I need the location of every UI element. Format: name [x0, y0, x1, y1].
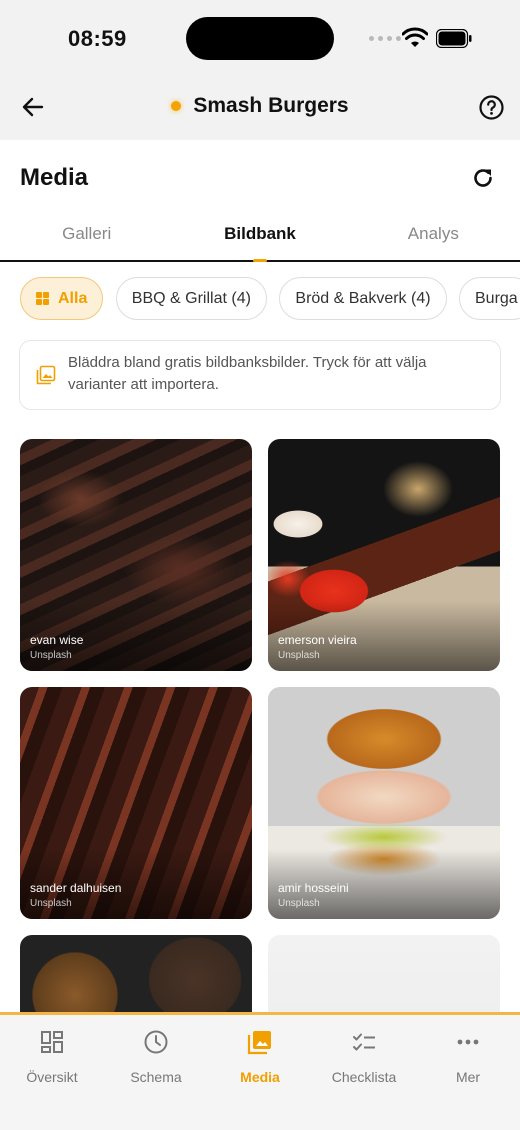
app-header: Smash Burgers	[0, 76, 520, 140]
header-title-group: Smash Burgers	[0, 94, 520, 118]
photo-card[interactable]: sander dalhuisen Unsplash	[20, 687, 252, 919]
nav-label: Schema	[130, 1069, 182, 1085]
photo-author: sander dalhuisen	[30, 881, 122, 895]
filter-chip-label: Burga	[475, 289, 518, 307]
filter-chip-label: Bröd & Bakverk (4)	[295, 289, 431, 307]
clock-icon	[144, 1030, 168, 1054]
image-library-icon	[36, 365, 56, 385]
info-text: Bläddra bland gratis bildbanksbilder. Tr…	[68, 354, 427, 393]
restaurant-title: Smash Burgers	[193, 94, 349, 117]
photo-source: Unsplash	[30, 898, 72, 909]
nav-item-checklista[interactable]: Checklista	[312, 1015, 416, 1130]
media-tabs: Galleri Bildbank Analys	[0, 214, 520, 262]
photo-source: Unsplash	[278, 650, 320, 661]
filter-chip-bbq[interactable]: BBQ & Grillat (4)	[115, 277, 267, 320]
nav-item-oversikt[interactable]: Översikt	[0, 1015, 104, 1130]
nav-label: Media	[240, 1069, 280, 1085]
dynamic-island	[186, 17, 334, 60]
nav-label: Mer	[455, 1069, 481, 1085]
photo-author: evan wise	[30, 633, 84, 647]
status-time: 08:59	[68, 26, 127, 51]
category-filters: Alla BBQ & Grillat (4) Bröd & Bakverk (4…	[20, 277, 520, 321]
photo-source: Unsplash	[30, 650, 72, 661]
refresh-icon[interactable]	[471, 166, 495, 190]
filter-chip-brod[interactable]: Bröd & Bakverk (4)	[279, 277, 447, 320]
photo-library-icon	[247, 1031, 271, 1055]
photo-card[interactable]: amir hosseini Unsplash	[268, 687, 500, 919]
tab-analys[interactable]: Analys	[347, 214, 520, 260]
wifi-icon	[402, 27, 428, 47]
page-title: Media	[20, 164, 89, 191]
dashboard-icon	[41, 1031, 63, 1053]
battery-icon	[436, 29, 472, 48]
bottom-navigation: Översikt Schema Media Checklista Mer	[0, 1012, 520, 1130]
more-dots-icon	[457, 1039, 479, 1045]
checklist-icon	[353, 1033, 375, 1051]
filter-chip-burga[interactable]: Burga	[459, 277, 520, 320]
filter-chip-label: BBQ & Grillat (4)	[131, 289, 251, 307]
tab-bildbank[interactable]: Bildbank	[173, 214, 346, 262]
info-banner: Bläddra bland gratis bildbanksbilder. Tr…	[19, 340, 501, 410]
photo-card[interactable]: emerson vieira Unsplash	[268, 439, 500, 671]
photo-author: emerson vieira	[278, 633, 357, 647]
nav-label: Checklista	[331, 1069, 397, 1085]
nav-item-mer[interactable]: Mer	[416, 1015, 520, 1130]
filter-chip-label: Alla	[58, 289, 88, 307]
filter-chip-alla[interactable]: Alla	[20, 277, 104, 320]
nav-label: Översikt	[26, 1069, 78, 1085]
grid-icon	[36, 292, 49, 305]
status-dot	[171, 101, 182, 111]
photo-card[interactable]: evan wise Unsplash	[20, 439, 252, 671]
cellular-signal-icon	[369, 36, 401, 41]
nav-item-media[interactable]: Media	[208, 1015, 312, 1130]
photo-author: amir hosseini	[278, 881, 349, 895]
status-bar: 08:59	[0, 0, 520, 76]
photo-source: Unsplash	[278, 898, 320, 909]
nav-item-schema[interactable]: Schema	[104, 1015, 208, 1130]
tab-galleri[interactable]: Galleri	[0, 214, 173, 260]
media-panel: Media Galleri Bildbank Analys Alla BBQ &…	[0, 140, 520, 1130]
help-icon[interactable]	[479, 95, 504, 120]
